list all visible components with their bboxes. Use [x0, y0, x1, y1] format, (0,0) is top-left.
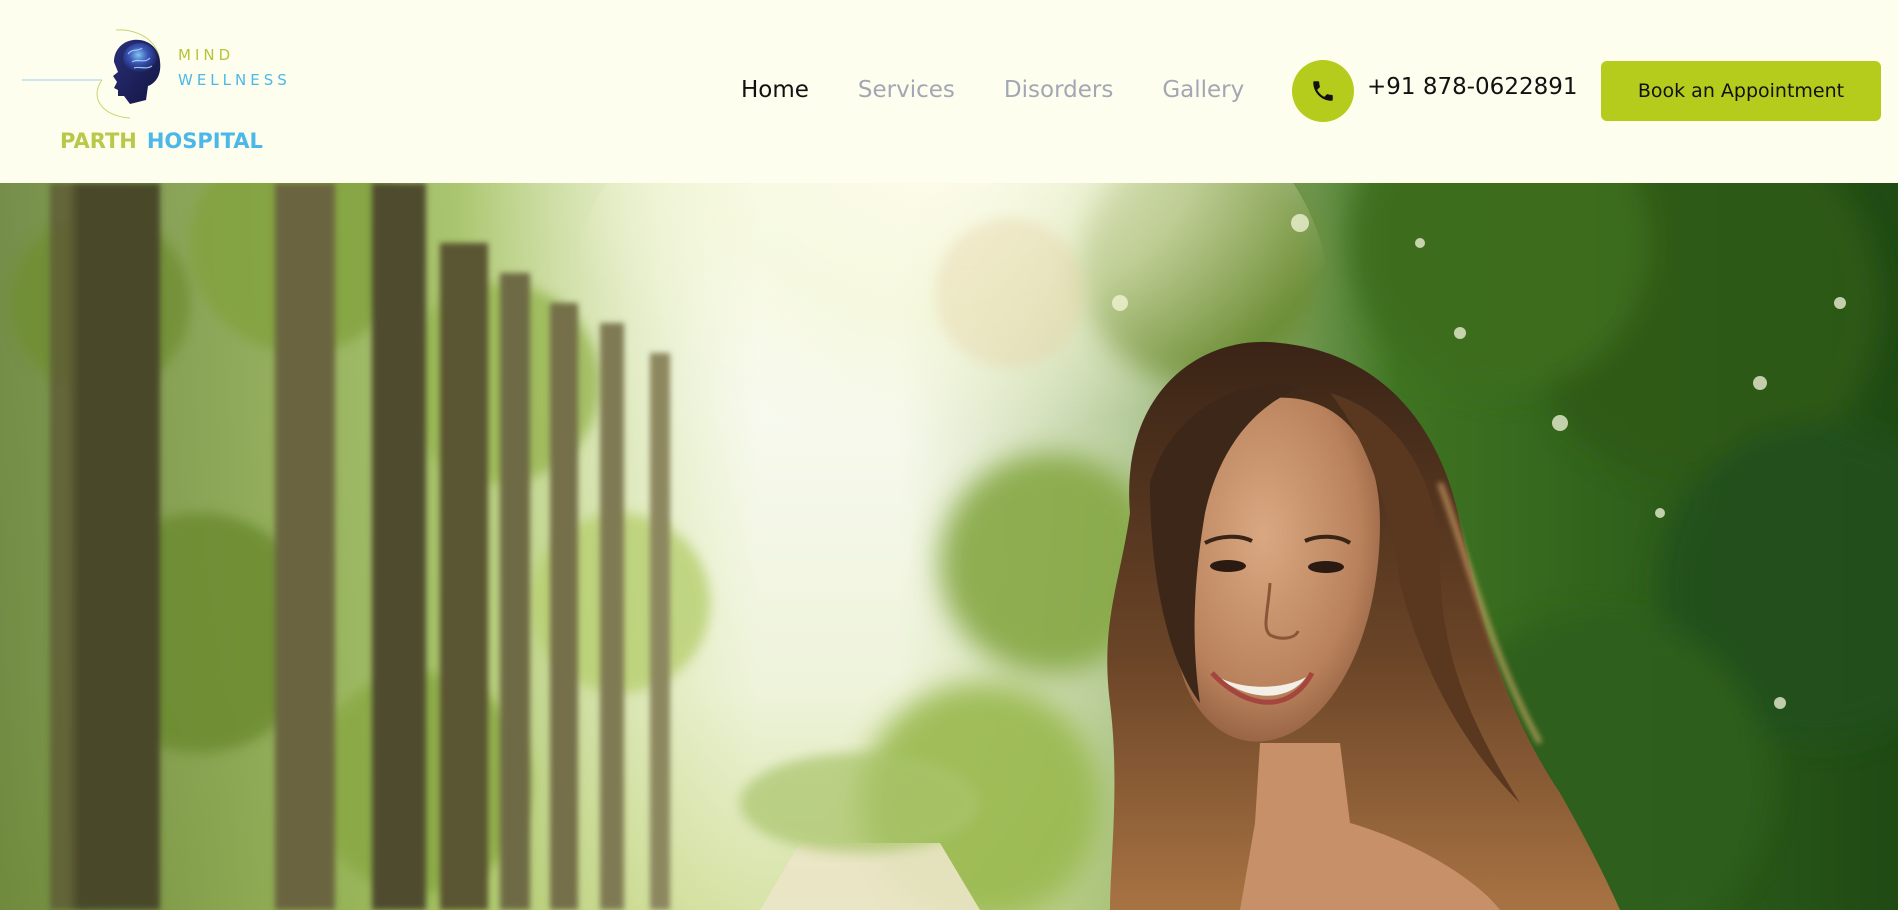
phone-number[interactable]: +91 878-0622891 — [1367, 74, 1577, 100]
hero-image — [0, 183, 1898, 910]
nav-item-disorders[interactable]: Disorders — [1004, 72, 1113, 108]
site-header: MIND WELLNESS PARTH HOSPITAL Home Service… — [0, 0, 1898, 183]
logo-word-mind: MIND — [178, 46, 235, 64]
nav-item-home[interactable]: Home — [741, 72, 809, 108]
phone-icon — [1313, 81, 1333, 101]
page: MIND WELLNESS PARTH HOSPITAL Home Service… — [0, 0, 1898, 910]
hospital-name-part-2: HOSPITAL — [146, 129, 263, 153]
logo-word-wellness: WELLNESS — [178, 71, 291, 89]
phone-button[interactable] — [1292, 60, 1354, 122]
nav-item-gallery[interactable]: Gallery — [1162, 72, 1244, 108]
book-appointment-button[interactable]: Book an Appointment — [1601, 61, 1881, 121]
hospital-name-part-1: PARTH — [60, 129, 137, 153]
site-logo[interactable]: MIND WELLNESS PARTH HOSPITAL — [20, 26, 300, 166]
brain-head-icon — [22, 29, 161, 119]
hero-section — [0, 183, 1898, 910]
nav-item-services[interactable]: Services — [858, 72, 955, 108]
hospital-name: PARTH HOSPITAL — [60, 129, 263, 153]
main-nav: Home Services Disorders Gallery — [741, 72, 1293, 108]
